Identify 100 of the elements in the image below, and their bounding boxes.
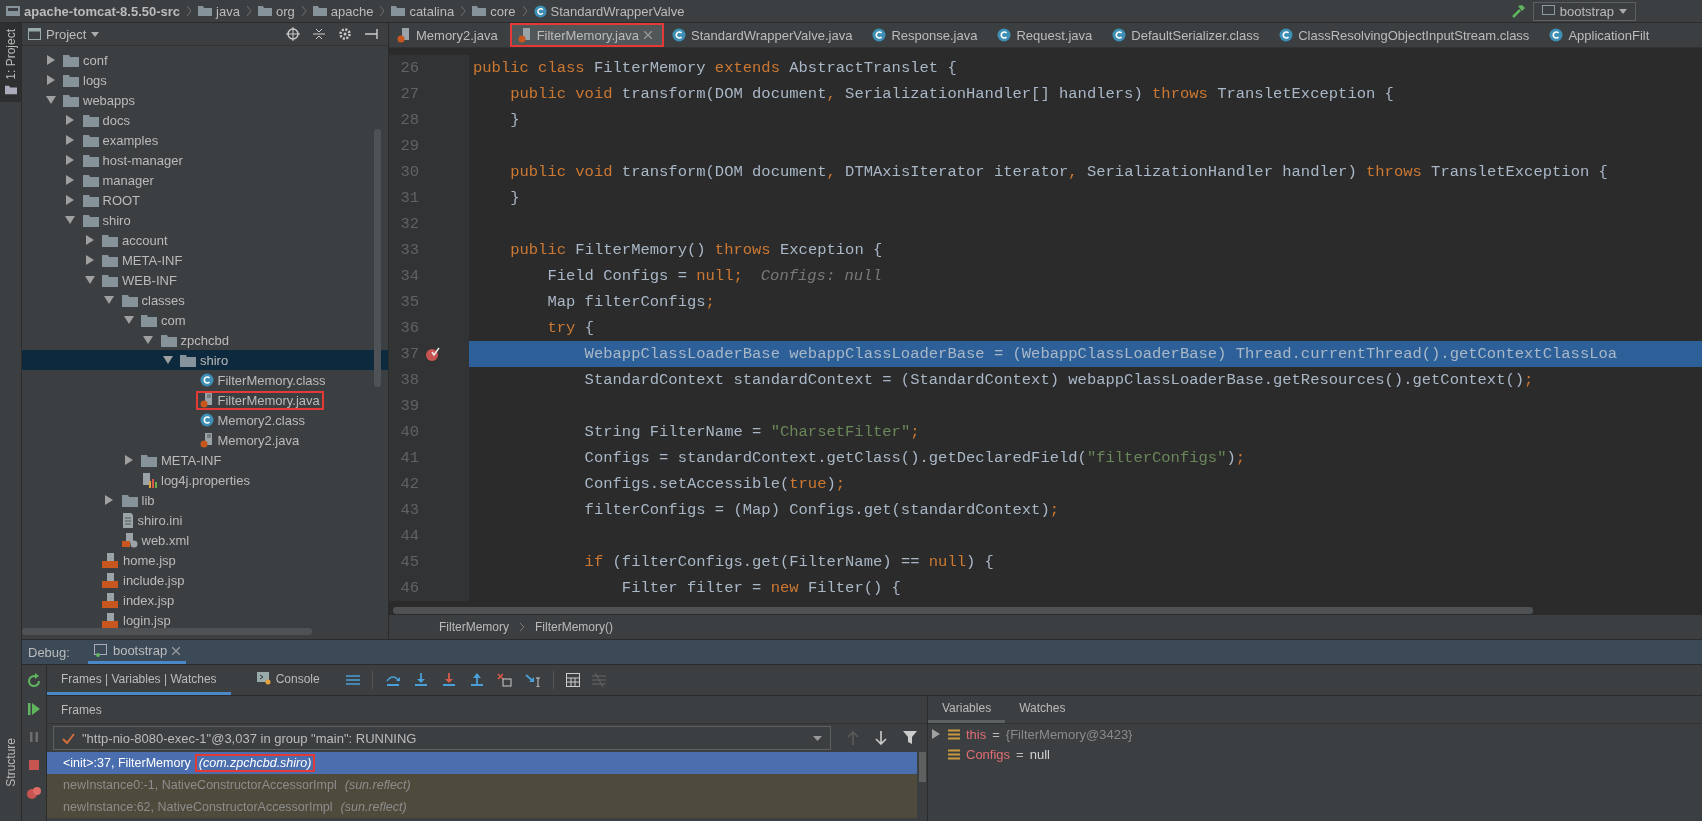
stack-frame-row[interactable]: <init>:37, FilterMemory (com.zpchcbd.shiro) xyxy=(47,752,917,774)
tree-item[interactable]: home.jsp xyxy=(22,550,388,570)
tree-item[interactable]: zpchcbd xyxy=(22,330,388,350)
scrollbar[interactable] xyxy=(393,607,1533,614)
tree-item[interactable]: lib xyxy=(22,490,388,510)
breadcrumb-item[interactable]: core xyxy=(472,3,516,19)
filter-icon[interactable] xyxy=(903,731,917,745)
step-out-icon[interactable] xyxy=(468,673,485,687)
variables-tab[interactable]: Watches xyxy=(1005,696,1080,723)
tree-item[interactable]: include.jsp xyxy=(22,570,388,590)
editor-tab[interactable]: ApplicationFilt xyxy=(1541,23,1662,47)
settings-icon[interactable] xyxy=(338,27,352,41)
scrollbar[interactable] xyxy=(374,129,381,387)
class-icon xyxy=(199,413,214,427)
editor-tab[interactable]: Request.java xyxy=(989,23,1105,47)
debug-tab[interactable]: Console xyxy=(242,665,334,695)
tree-item[interactable]: login.jsp xyxy=(22,610,388,630)
code-line: if (filterConfigs.get(FilterName) == null) { xyxy=(583,553,994,571)
tree-item[interactable]: WEB-INF xyxy=(22,270,388,290)
tree-item[interactable]: webapps xyxy=(22,90,388,110)
breakpoints-icon[interactable] xyxy=(26,785,42,801)
drop-frame-icon[interactable] xyxy=(496,673,513,687)
breadcrumb-item[interactable]: FilterMemory() xyxy=(535,620,613,634)
tree-item[interactable]: shiro xyxy=(22,210,388,230)
tree-item[interactable]: shiro xyxy=(22,350,388,370)
tree-item[interactable]: account xyxy=(22,230,388,250)
variable-name: Configs xyxy=(966,746,1011,762)
tree-item[interactable]: META-INF xyxy=(22,450,388,470)
down-arrow-icon[interactable] xyxy=(875,731,887,745)
tree-item[interactable]: META-INF xyxy=(22,250,388,270)
tree-item[interactable]: FilterMemory.class xyxy=(22,370,388,390)
close-icon[interactable] xyxy=(644,31,652,39)
tree-item[interactable]: examples xyxy=(22,130,388,150)
editor-tab[interactable]: ClassResolvingObjectInputStream.class xyxy=(1271,23,1542,47)
resume-icon[interactable] xyxy=(26,701,42,717)
editor-tab[interactable]: Response.java xyxy=(864,23,990,47)
tree-item-label: web.xml xyxy=(141,532,190,548)
tree-item[interactable]: Memory2.class xyxy=(22,410,388,430)
tree-item[interactable]: Memory2.java xyxy=(22,430,388,450)
editor-tab[interactable]: Memory2.java xyxy=(389,23,510,47)
tree-item[interactable]: com xyxy=(22,310,388,330)
menu-icon[interactable] xyxy=(345,674,360,686)
breadcrumb-item[interactable]: apache-tomcat-8.5.50-src xyxy=(6,3,181,19)
breadcrumb-item[interactable]: catalina xyxy=(391,3,455,19)
thread-dropdown[interactable]: "http-nio-8080-exec-1"@3,037 in group "main": RUNNING xyxy=(53,726,831,750)
editor-tab[interactable]: DefaultSerializer.class xyxy=(1104,23,1272,47)
tree-item-label: Memory2.java xyxy=(217,432,300,448)
breadcrumb-item[interactable]: FilterMemory xyxy=(439,620,509,634)
session-tab[interactable]: bootstrap xyxy=(87,640,187,664)
tree-item[interactable]: log4j.properties xyxy=(22,470,388,490)
hammer-icon[interactable] xyxy=(1510,3,1527,19)
run-to-cursor-icon[interactable] xyxy=(524,673,541,687)
hide-icon[interactable] xyxy=(364,27,378,41)
tree-item[interactable]: web.xml xyxy=(22,530,388,550)
tree-item[interactable]: shiro.ini xyxy=(22,510,388,530)
close-icon[interactable] xyxy=(172,646,181,655)
breadcrumb-item[interactable]: java xyxy=(198,3,240,19)
rerun-icon[interactable] xyxy=(26,673,42,689)
tree-item-label: index.jsp xyxy=(123,592,175,608)
variable-row[interactable]: Configs = null xyxy=(928,744,1702,764)
breadcrumb-item[interactable]: StandardWrapperValve xyxy=(533,3,685,19)
java-file-icon xyxy=(397,27,411,43)
run-configuration-dropdown[interactable]: bootstrap xyxy=(1532,1,1636,21)
project-tool-tab[interactable]: 1: Project xyxy=(0,23,21,102)
editor-tab[interactable]: FilterMemory.java xyxy=(509,23,664,47)
tree-item[interactable]: docs xyxy=(22,110,388,130)
collapse-icon[interactable] xyxy=(312,27,326,41)
tree-item[interactable]: conf xyxy=(22,50,388,70)
locate-icon[interactable] xyxy=(286,27,300,41)
tree-item[interactable]: manager xyxy=(22,170,388,190)
step-over-icon[interactable] xyxy=(384,673,401,687)
debug-tab[interactable]: Frames | Variables | Watches xyxy=(47,665,231,695)
variable-icon xyxy=(948,748,960,760)
scrollbar[interactable] xyxy=(919,752,926,782)
tree-item[interactable]: ROOT xyxy=(22,190,388,210)
equals-sign: = xyxy=(992,726,1000,742)
breadcrumb-item[interactable]: org xyxy=(257,3,295,19)
breadcrumb-item[interactable]: apache xyxy=(312,3,374,19)
frame-package: (sun.reflect) xyxy=(343,777,412,794)
tree-item[interactable]: logs xyxy=(22,70,388,90)
class-icon xyxy=(997,28,1012,42)
debug-title: Debug: xyxy=(28,644,70,660)
class-icon xyxy=(1112,28,1127,42)
structure-tool-tab[interactable]: Structure xyxy=(0,732,21,793)
variables-tab[interactable]: Variables xyxy=(928,696,1006,723)
tree-item-label: shiro xyxy=(200,352,229,368)
calculator-icon[interactable] xyxy=(565,673,580,687)
tree-item[interactable]: host-manager xyxy=(22,150,388,170)
scrollbar[interactable] xyxy=(22,628,312,635)
tree-item[interactable]: index.jsp xyxy=(22,590,388,610)
variable-row[interactable]: this = {FilterMemory@3423} xyxy=(928,724,1702,744)
force-step-into-icon[interactable] xyxy=(440,673,457,687)
breakpoint-icon[interactable] xyxy=(425,346,441,362)
project-view-selector[interactable]: Project xyxy=(28,26,100,42)
editor-tab[interactable]: StandardWrapperValve.java xyxy=(664,23,865,47)
step-into-icon[interactable] xyxy=(412,673,429,687)
stop-icon[interactable] xyxy=(26,757,42,773)
tree-item[interactable]: classes xyxy=(22,290,388,310)
chevron-icon xyxy=(245,5,252,17)
tree-item[interactable]: FilterMemory.java xyxy=(22,390,388,410)
